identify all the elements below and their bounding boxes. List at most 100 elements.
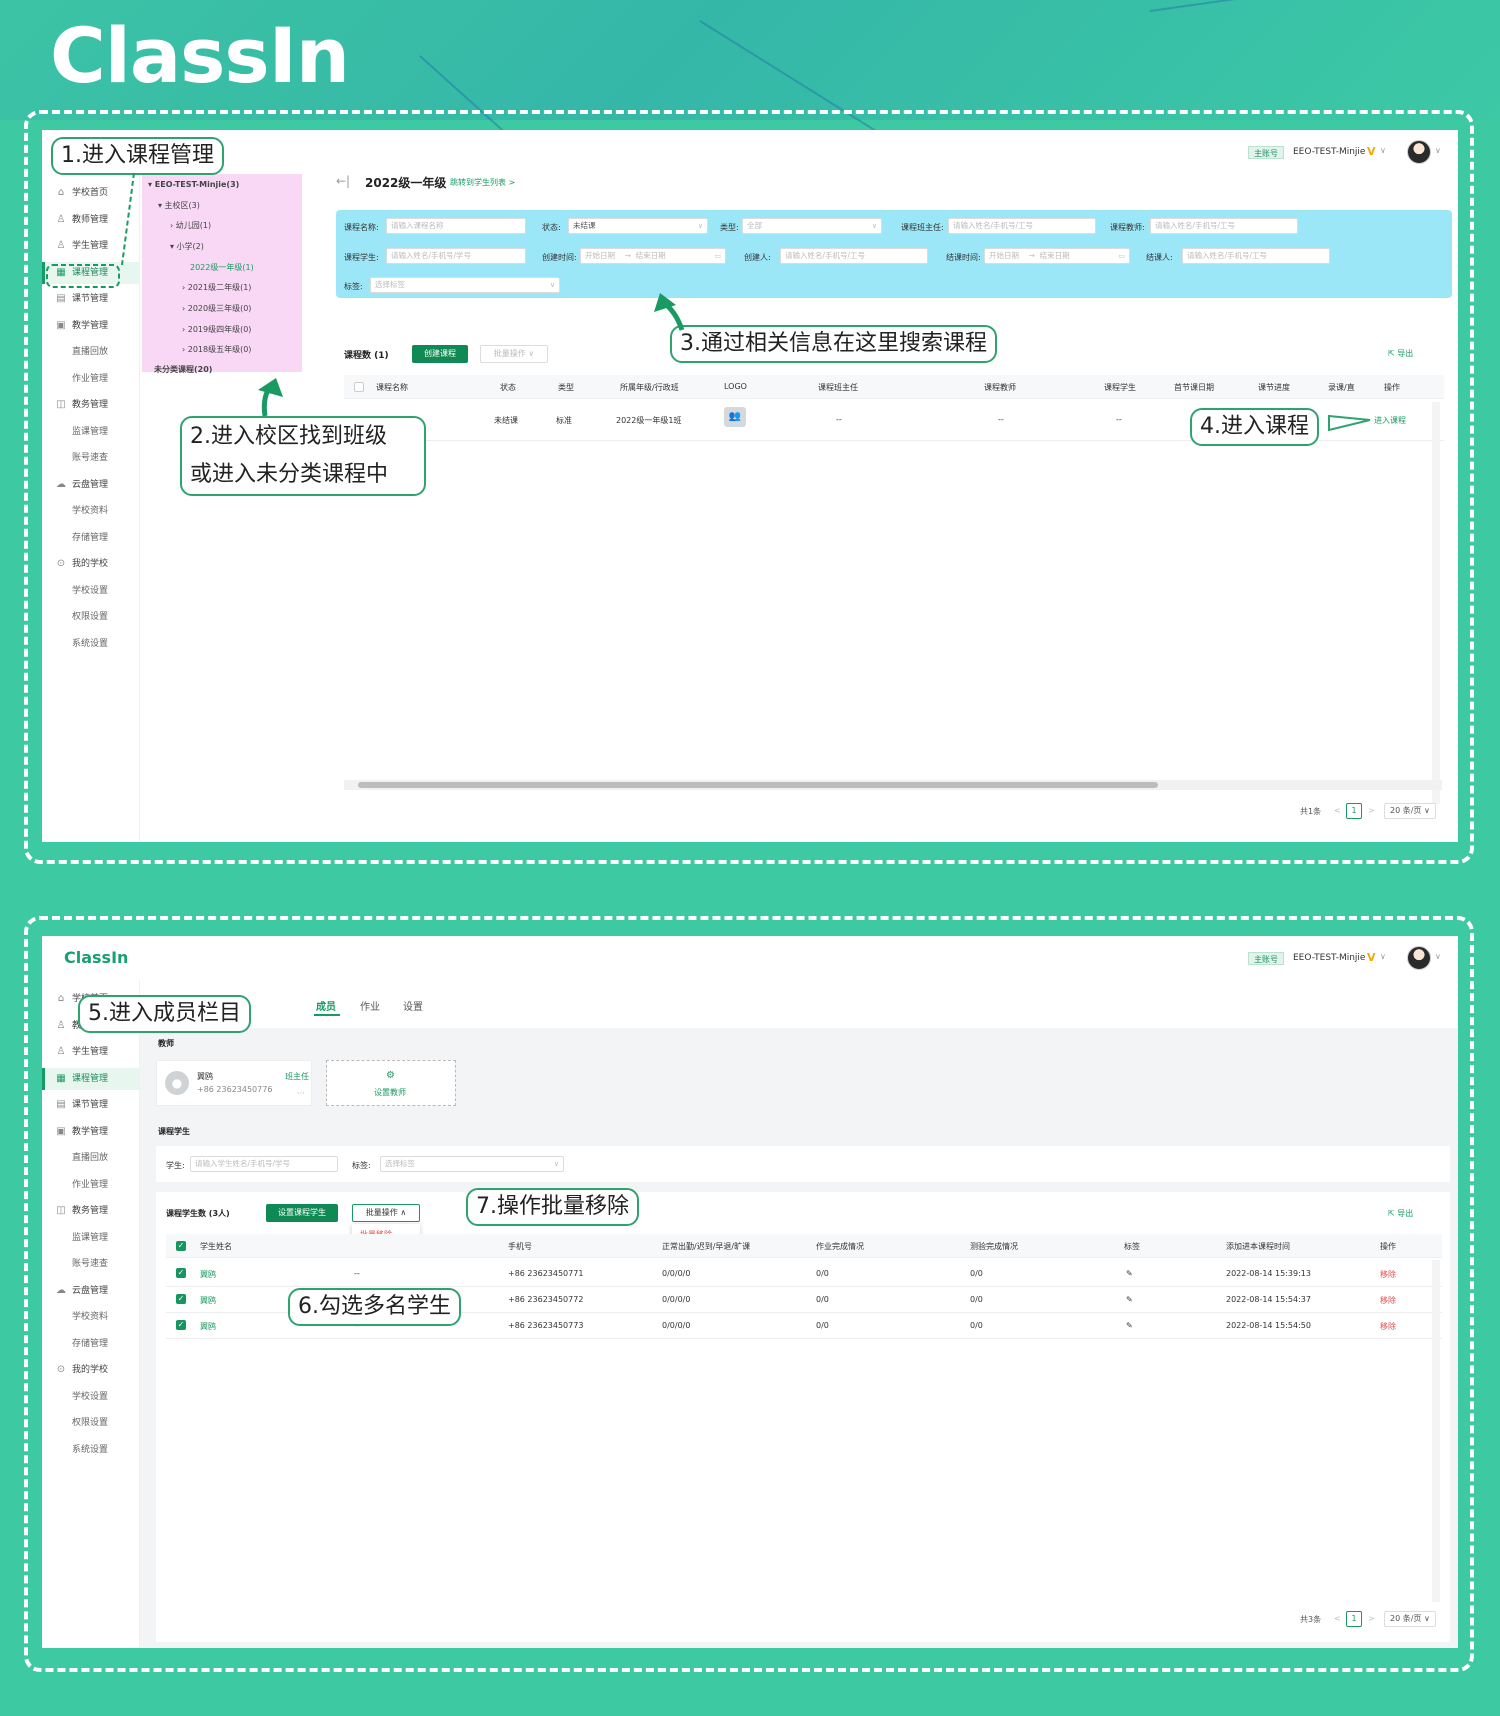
- sidebar-item-my-school[interactable]: ⊙ 我的学校: [42, 553, 140, 575]
- avatar[interactable]: [1407, 946, 1431, 970]
- created-date-range[interactable]: 开始日期 → 结束日期 ▭: [580, 248, 726, 264]
- sidebar-item-monitor[interactable]: 监课管理: [42, 1227, 140, 1249]
- remove-link[interactable]: 移除: [1380, 1321, 1396, 1332]
- vertical-scrollbar[interactable]: [1432, 402, 1440, 804]
- remove-link[interactable]: 移除: [1380, 1295, 1396, 1306]
- export-button[interactable]: ⇱ 导出: [1388, 1208, 1413, 1219]
- pager-page[interactable]: 1: [1346, 1611, 1362, 1627]
- tag-select[interactable]: 选择标签 ∨: [380, 1156, 564, 1172]
- chevron-down-icon[interactable]: ∨: [1435, 952, 1441, 961]
- sidebar-item-school-settings[interactable]: 学校设置: [42, 580, 140, 602]
- sidebar-item-account-lookup[interactable]: 账号速查: [42, 447, 140, 469]
- sidebar-item-my-school[interactable]: ⊙ 我的学校: [42, 1359, 140, 1381]
- row-checkbox[interactable]: ✓: [176, 1294, 186, 1304]
- sidebar-item-cloud[interactable]: ☁ 云盘管理: [42, 1280, 140, 1302]
- sidebar-item-materials[interactable]: 学校资料: [42, 500, 140, 522]
- batch-operation-button[interactable]: 批量操作 ∧: [352, 1204, 420, 1222]
- select-all-checkbox[interactable]: [354, 382, 364, 392]
- course-teacher-input[interactable]: 请输入姓名/手机号/工号: [1150, 218, 1298, 234]
- sidebar-item-permissions[interactable]: 权限设置: [42, 1412, 140, 1434]
- pager-prev-icon[interactable]: <: [1334, 806, 1341, 815]
- export-button[interactable]: ⇱ 导出: [1388, 348, 1413, 359]
- tree-node-grade-2020[interactable]: › 2020级三年级(0): [182, 303, 251, 314]
- pager-next-icon[interactable]: >: [1368, 1614, 1375, 1623]
- sidebar-item-teaching[interactable]: ▣ 教学管理: [42, 1121, 140, 1143]
- account-name[interactable]: EEO-TEST-Minjie: [1293, 953, 1365, 963]
- row-checkbox[interactable]: ✓: [176, 1320, 186, 1330]
- sidebar-item-students[interactable]: ♙ 学生管理: [42, 1041, 140, 1063]
- sidebar-item-storage[interactable]: 存储管理: [42, 1333, 140, 1355]
- edit-tag-icon[interactable]: ✎: [1126, 1321, 1133, 1330]
- student-name[interactable]: 翼鸥: [200, 1295, 216, 1306]
- avatar[interactable]: [1407, 140, 1431, 164]
- tree-node-primary[interactable]: ▾ 小学(2): [170, 241, 204, 252]
- account-name[interactable]: EEO-TEST-Minjie: [1293, 147, 1365, 157]
- edit-tag-icon[interactable]: ✎: [1126, 1269, 1133, 1278]
- jump-student-list-link[interactable]: 跳转到学生列表 >: [450, 177, 515, 188]
- create-course-button[interactable]: 创建课程: [412, 345, 468, 363]
- tree-node-grade-2019[interactable]: › 2019级四年级(0): [182, 324, 251, 335]
- tab-members[interactable]: 成员: [316, 998, 336, 1013]
- sidebar-item-account-lookup[interactable]: 账号速查: [42, 1253, 140, 1275]
- tree-node-grade-2018[interactable]: › 2018级五年级(0): [182, 344, 251, 355]
- course-name-input[interactable]: 请输入课程名称: [386, 218, 526, 234]
- sidebar-item-replay[interactable]: 直播回放: [42, 1147, 140, 1169]
- pager-next-icon[interactable]: >: [1368, 806, 1375, 815]
- tab-homework[interactable]: 作业: [360, 998, 380, 1013]
- sidebar-item-courses[interactable]: ▦ 课程管理: [42, 262, 140, 284]
- tree-node-kinder[interactable]: › 幼儿园(1): [170, 220, 211, 231]
- sidebar-item-teaching[interactable]: ▣ 教学管理: [42, 315, 140, 337]
- ended-date-range[interactable]: 开始日期 → 结束日期 ▭: [984, 248, 1130, 264]
- tab-settings[interactable]: 设置: [403, 998, 423, 1013]
- tree-node-campus[interactable]: ▾ 主校区(3): [158, 200, 200, 211]
- chevron-down-icon[interactable]: ∨: [1435, 146, 1441, 155]
- tree-node-grade-2022[interactable]: 2022级一年级(1): [190, 262, 254, 273]
- pager-page[interactable]: 1: [1346, 803, 1362, 819]
- student-name[interactable]: 翼鸥: [200, 1269, 216, 1280]
- sidebar-item-materials[interactable]: 学校资料: [42, 1306, 140, 1328]
- student-search-input[interactable]: 请输入学生姓名/手机号/学号: [190, 1156, 338, 1172]
- sidebar-item-school-settings[interactable]: 学校设置: [42, 1386, 140, 1408]
- batch-operation-button[interactable]: 批量操作 ∨: [480, 345, 548, 363]
- creator-input[interactable]: 请输入姓名/手机号/工号: [780, 248, 928, 264]
- vertical-scrollbar[interactable]: [1432, 1260, 1440, 1602]
- set-course-students-button[interactable]: 设置课程学生: [266, 1204, 338, 1222]
- page-size-select[interactable]: 20 条/页 ∨: [1384, 803, 1436, 819]
- edit-tag-icon[interactable]: ✎: [1126, 1295, 1133, 1304]
- sidebar-item-lessons[interactable]: ▤ 课节管理: [42, 288, 140, 310]
- status-select[interactable]: 未结课 ∨: [568, 218, 708, 234]
- head-teacher-input[interactable]: 请输入姓名/手机号/工号: [948, 218, 1096, 234]
- select-all-checkbox[interactable]: ✓: [176, 1241, 186, 1251]
- sidebar-item-homework[interactable]: 作业管理: [42, 368, 140, 390]
- closer-input[interactable]: 请输入姓名/手机号/工号: [1182, 248, 1330, 264]
- set-teacher-card[interactable]: ⚙ 设置教师: [326, 1060, 456, 1106]
- more-icon[interactable]: ···: [297, 1089, 305, 1098]
- horizontal-scrollbar[interactable]: [344, 780, 1442, 790]
- student-name[interactable]: 翼鸥: [200, 1321, 216, 1332]
- tree-node-grade-2021[interactable]: › 2021级二年级(1): [182, 282, 251, 293]
- tag-select[interactable]: 选择标签 ∨: [370, 277, 560, 293]
- chevron-down-icon[interactable]: ∨: [1380, 952, 1386, 961]
- tree-node-uncategorized[interactable]: 未分类课程(20): [154, 364, 212, 375]
- sidebar-item-monitor[interactable]: 监课管理: [42, 421, 140, 443]
- sidebar-item-permissions[interactable]: 权限设置: [42, 606, 140, 628]
- page-size-select[interactable]: 20 条/页 ∨: [1384, 1611, 1436, 1627]
- sidebar-item-storage[interactable]: 存储管理: [42, 527, 140, 549]
- tree-node-root[interactable]: ▾ EEO-TEST-Minjie(3): [148, 180, 239, 189]
- enter-course-link[interactable]: 进入课程: [1374, 415, 1406, 426]
- chevron-down-icon[interactable]: ∨: [1380, 146, 1386, 155]
- remove-link[interactable]: 移除: [1380, 1269, 1396, 1280]
- row-checkbox[interactable]: ✓: [176, 1268, 186, 1278]
- sidebar-item-system[interactable]: 系统设置: [42, 633, 140, 655]
- sidebar-item-cloud[interactable]: ☁ 云盘管理: [42, 474, 140, 496]
- back-icon[interactable]: ←|: [336, 174, 350, 188]
- sidebar-item-lessons[interactable]: ▤ 课节管理: [42, 1094, 140, 1116]
- sidebar-item-students[interactable]: ♙ 学生管理: [42, 235, 140, 257]
- type-select[interactable]: 全部 ∨: [742, 218, 882, 234]
- sidebar-item-teachers[interactable]: ♙ 教师管理: [42, 209, 140, 231]
- sidebar-item-home[interactable]: ⌂ 学校首页: [42, 182, 140, 204]
- sidebar-item-academic[interactable]: ◫ 教务管理: [42, 394, 140, 416]
- sidebar-item-replay[interactable]: 直播回放: [42, 341, 140, 363]
- sidebar-item-homework[interactable]: 作业管理: [42, 1174, 140, 1196]
- sidebar-item-courses[interactable]: ▦ 课程管理: [42, 1068, 140, 1090]
